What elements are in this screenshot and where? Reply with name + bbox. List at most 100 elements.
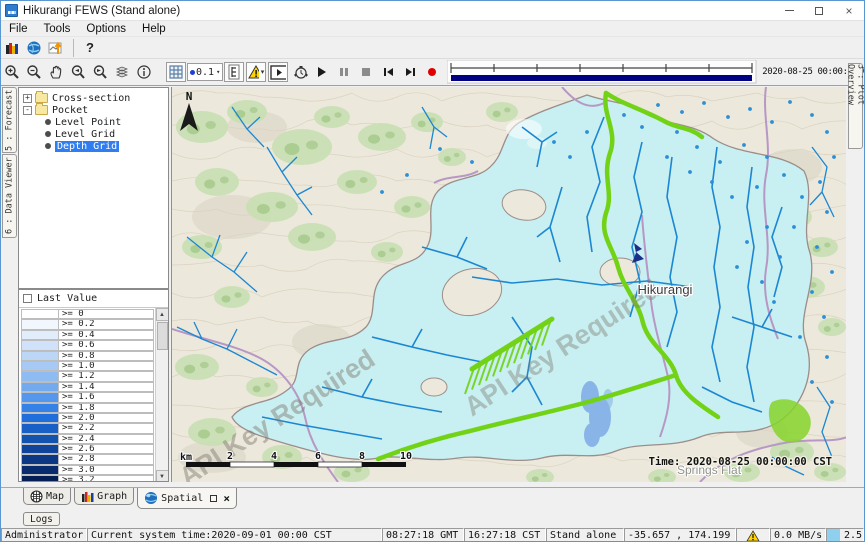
zoom-next-button[interactable] [90, 62, 110, 82]
menu-help[interactable]: Help [134, 23, 174, 35]
zoom-previous-button[interactable] [68, 62, 88, 82]
grid-display-button[interactable] [166, 62, 186, 82]
map-view[interactable]: API Key Required API Key Required N Hiku… [171, 87, 846, 482]
tab-plot-overview-label: 3 : Plot Overview [846, 64, 865, 148]
collapse-icon[interactable]: - [23, 106, 32, 115]
logs-label: Logs [30, 514, 53, 525]
tab-map[interactable]: Map [23, 488, 71, 505]
status-warning[interactable] [736, 528, 770, 542]
legend-row: >= 2.8 [21, 454, 154, 464]
legend-row: >= 2.2 [21, 423, 154, 433]
help-icon: ? [86, 40, 94, 55]
legend-label: >= 0 [59, 309, 154, 319]
expand-icon[interactable]: + [23, 94, 32, 103]
legend-swatch [21, 423, 59, 433]
layers-button[interactable] [112, 62, 132, 82]
legend-label: >= 2.8 [59, 454, 154, 464]
play-button[interactable] [312, 62, 332, 82]
stop-button[interactable] [356, 62, 376, 82]
close-icon: × [845, 5, 852, 17]
status-bar: Administrator Current system time:2020-0… [1, 528, 864, 542]
status-mode: Stand alone [546, 528, 624, 542]
status-local-time: 16:27:18 CST [464, 528, 546, 542]
tab-plot-overview[interactable]: 3 : Plot Overview [848, 63, 863, 149]
tree-leaf-label[interactable]: Level Point [55, 117, 121, 128]
scroll-up-icon[interactable]: ▲ [156, 308, 169, 321]
scale-tick: 4 [271, 451, 277, 462]
legend-label: >= 1.4 [59, 382, 154, 392]
legend-swatch [21, 413, 59, 423]
spatial-globe-icon [144, 491, 158, 505]
timeline-slider[interactable] [447, 60, 757, 84]
help-button[interactable]: ? [80, 38, 100, 58]
pause-button[interactable] [334, 62, 354, 82]
maximize-button[interactable] [804, 1, 834, 20]
play-icon [316, 66, 328, 78]
menu-file[interactable]: File [1, 23, 36, 35]
tree-leaf-depth-grid[interactable]: Depth Grid [45, 140, 168, 152]
legend-scrollbar[interactable]: ▲ ▼ [155, 308, 168, 482]
legend-label: >= 1.8 [59, 403, 154, 413]
profile-button[interactable] [224, 62, 244, 82]
skip-to-end-button[interactable] [400, 62, 420, 82]
movie-play-icon [270, 65, 286, 80]
chevron-down-icon: ▾ [261, 68, 265, 76]
time-navigator-button[interactable] [290, 62, 310, 82]
record-button[interactable] [422, 62, 442, 82]
menu-options[interactable]: Options [78, 23, 134, 35]
tree-leaf-level-grid[interactable]: Level Grid [45, 128, 168, 140]
tab-data-viewer[interactable]: 6 : Data Viewer [2, 154, 17, 238]
tab-spatial-active[interactable]: Spatial × [137, 488, 237, 509]
zoom-out-button[interactable] [24, 62, 44, 82]
animation-button[interactable] [268, 62, 288, 82]
status-download-speed: 0.0 MB/s [770, 528, 826, 542]
info-button[interactable] [134, 62, 154, 82]
grid-value-dropdown[interactable]: 0.1 ▾ [187, 63, 223, 81]
scroll-down-icon[interactable]: ▼ [156, 470, 169, 482]
legend-row: >= 1.6 [21, 392, 154, 402]
zoom-in-icon [4, 64, 20, 80]
status-coordinates: -35.657 , 174.199 [624, 528, 736, 542]
logs-button[interactable]: Logs [23, 512, 60, 526]
skip-to-start-button[interactable] [378, 62, 398, 82]
scrollbar-thumb[interactable] [157, 322, 168, 350]
tab-close-icon[interactable]: × [223, 493, 230, 504]
main-toolbar: ? [1, 37, 864, 59]
tab-float-icon[interactable] [210, 495, 217, 502]
zoom-in-button[interactable] [2, 62, 22, 82]
tab-graph[interactable]: Graph [74, 488, 134, 505]
legend-label: >= 0.4 [59, 330, 154, 340]
tree-leaf-label-selected[interactable]: Depth Grid [55, 141, 119, 152]
bottom-tab-bar: Map Graph Spatial × [1, 487, 864, 510]
north-label: N [186, 90, 193, 103]
tab-forecast[interactable]: 5 : Forecast [2, 87, 17, 153]
last-value-label: Last Value [37, 293, 97, 304]
timeseries-button[interactable] [46, 38, 67, 58]
skip-start-icon [382, 66, 395, 78]
tree-node-pocket[interactable]: - Pocket [23, 104, 168, 116]
town-label-hikurangi: Hikurangi [638, 282, 693, 297]
close-button[interactable]: × [834, 1, 864, 20]
timeline-extent-bar[interactable] [451, 75, 752, 81]
legend-row: >= 3.2 [21, 475, 154, 482]
app-icon [5, 4, 18, 17]
tree-leaf-label[interactable]: Level Grid [55, 129, 115, 140]
database-button[interactable] [2, 38, 22, 58]
minimize-button[interactable] [774, 1, 804, 20]
tree-node-label[interactable]: Pocket [52, 105, 88, 116]
pan-button[interactable] [46, 62, 66, 82]
tree-node-cross-section[interactable]: + Cross-section [23, 92, 168, 104]
tree-leaf-level-point[interactable]: Level Point [45, 116, 168, 128]
grid-icon [168, 64, 184, 80]
status-user: Administrator [1, 528, 87, 542]
legend-swatch [21, 434, 59, 444]
legend-swatch [21, 309, 59, 319]
menu-tools[interactable]: Tools [36, 23, 79, 35]
last-value-checkbox[interactable] [23, 294, 32, 303]
legend-swatch [21, 475, 59, 482]
map-canvas[interactable]: API Key Required API Key Required N Hiku… [172, 87, 846, 482]
thresholds-dropdown-button[interactable]: ▾ [246, 62, 266, 82]
legend-label: >= 2.4 [59, 434, 154, 444]
map-display-button[interactable] [24, 38, 44, 58]
tree-node-label[interactable]: Cross-section [52, 93, 130, 104]
